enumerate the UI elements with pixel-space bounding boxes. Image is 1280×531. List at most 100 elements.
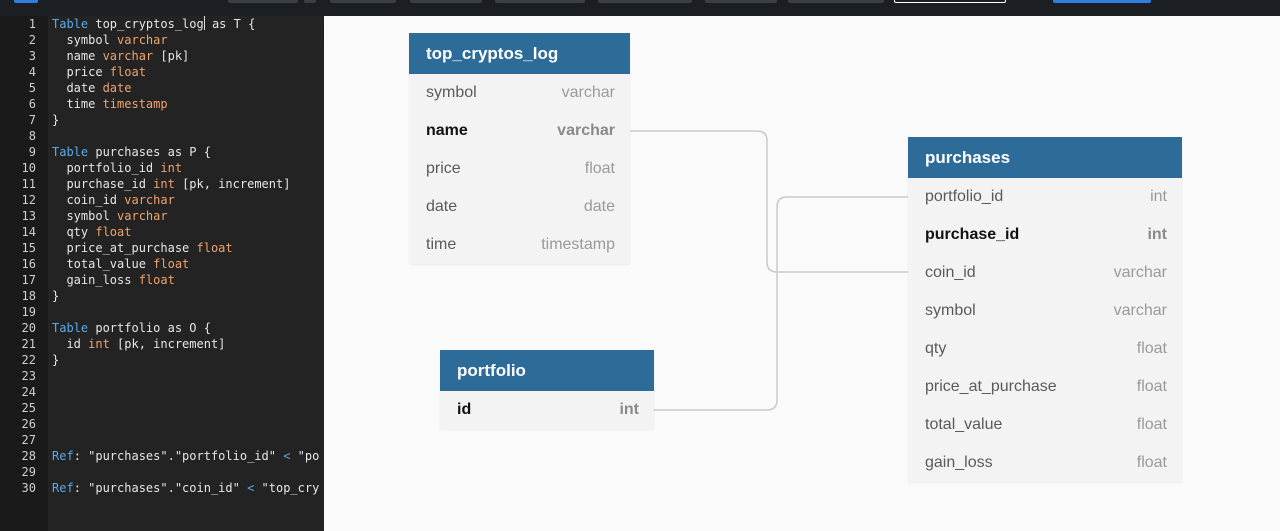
column-row-id[interactable]: id int: [440, 391, 654, 429]
column-row-symbol[interactable]: symbol varchar: [409, 74, 630, 112]
toolbar-button[interactable]: [598, 0, 692, 3]
table-header[interactable]: top_cryptos_log: [409, 33, 630, 74]
type-token: varchar: [102, 49, 154, 63]
column-row-price-at-purchase[interactable]: price_at_purchase float: [908, 368, 1182, 406]
code-line[interactable]: symbol varchar: [52, 208, 168, 224]
line-number: 29: [21, 465, 36, 479]
code-token: total_value: [52, 257, 154, 271]
code-line[interactable]: coin_id varchar: [52, 192, 175, 208]
type-token: float: [153, 257, 190, 271]
column-name: gain_loss: [925, 454, 993, 471]
code-line[interactable]: id int [pk, increment]: [52, 336, 225, 352]
type-token: varchar: [117, 209, 168, 223]
app-menu-button[interactable]: [14, 0, 38, 3]
line-number: 7: [28, 113, 36, 127]
table-purchases[interactable]: purchases portfolio_id int purchase_id int c…: [908, 137, 1182, 482]
toolbar-button[interactable]: [330, 0, 396, 3]
table-top-cryptos-log[interactable]: top_cryptos_log symbol varchar name varchar…: [409, 33, 630, 264]
code-line[interactable]: qty float: [52, 224, 131, 240]
type-token: float: [109, 65, 146, 79]
line-number: 21: [21, 337, 36, 351]
toolbar-button[interactable]: [788, 0, 884, 3]
keyword-token: Table: [52, 321, 89, 335]
toolbar-button[interactable]: [705, 0, 777, 3]
code-token: : "purchases"."coin_id": [73, 481, 248, 495]
column-type: float: [1136, 378, 1167, 395]
code-line[interactable]: price float: [52, 64, 146, 80]
line-number: 27: [21, 433, 36, 447]
code-line[interactable]: portfolio_id int: [52, 160, 182, 176]
toolbar-outline-button[interactable]: [894, 0, 1006, 3]
toolbar-button[interactable]: [228, 0, 298, 3]
line-number: 6: [28, 97, 36, 111]
table-columns: portfolio_id int purchase_id int coin_id varc…: [908, 178, 1182, 482]
column-type: float: [1136, 340, 1167, 357]
column-name: qty: [925, 340, 947, 357]
dbml-code-editor[interactable]: 1 2 3 4 5 6 7 8 9 10 11 12 13 14 15 16 17 18 19 20 21 22 23 24 2…: [0, 16, 324, 531]
column-type: int: [1150, 188, 1167, 205]
code-line[interactable]: total_value float: [52, 256, 189, 272]
column-type: int: [619, 401, 639, 418]
column-row-purchase-id[interactable]: purchase_id int: [908, 216, 1182, 254]
link-name-to-coin-id[interactable]: [630, 130, 908, 273]
column-row-qty[interactable]: qty float: [908, 330, 1182, 368]
code-line[interactable]: Table portfolio as O {: [52, 320, 211, 336]
code-line[interactable]: date date: [52, 80, 131, 96]
column-type: varchar: [561, 84, 615, 101]
column-name: purchase_id: [925, 226, 1020, 243]
diagram-canvas[interactable]: top_cryptos_log symbol varchar name varchar…: [324, 16, 1280, 531]
column-row-name[interactable]: name varchar: [409, 112, 630, 150]
column-row-coin-id[interactable]: coin_id varchar: [908, 254, 1182, 292]
toolbar-primary-button[interactable]: [1053, 0, 1151, 3]
code-line[interactable]: purchase_id int [pk, increment]: [52, 176, 290, 192]
code-line[interactable]: Table purchases as P {: [52, 144, 211, 160]
code-line[interactable]: symbol varchar: [52, 32, 167, 48]
line-number: 16: [21, 257, 36, 271]
code-line[interactable]: Ref: "purchases"."coin_id" < "top_cry: [52, 480, 319, 496]
column-name: coin_id: [925, 264, 976, 281]
code-line[interactable]: gain_loss float: [52, 272, 174, 288]
link-id-to-portfolio-id[interactable]: [654, 196, 908, 411]
column-name: total_value: [925, 416, 1003, 433]
line-number: 22: [21, 353, 36, 367]
table-header[interactable]: portfolio: [440, 350, 654, 391]
toolbar-button[interactable]: [304, 0, 316, 3]
column-type: int: [1147, 226, 1167, 243]
line-number: 10: [21, 161, 36, 175]
column-row-date[interactable]: date date: [409, 188, 630, 226]
code-line[interactable]: price_at_purchase float: [52, 240, 232, 256]
line-number: 13: [21, 209, 36, 223]
table-portfolio[interactable]: portfolio id int: [440, 350, 654, 429]
code-token: gain_loss: [52, 273, 139, 287]
code-token: date: [52, 81, 103, 95]
code-token: qty: [52, 225, 96, 239]
column-row-time[interactable]: time timestamp: [409, 226, 630, 264]
type-token: varchar: [124, 193, 175, 207]
code-line[interactable]: }: [52, 352, 59, 368]
column-row-portfolio-id[interactable]: portfolio_id int: [908, 178, 1182, 216]
column-type: date: [583, 198, 615, 215]
code-token: purchases as P {: [88, 145, 211, 159]
column-row-gain-loss[interactable]: gain_loss float: [908, 444, 1182, 482]
code-line[interactable]: Ref: "purchases"."portfolio_id" < "po: [52, 448, 319, 464]
code-line[interactable]: Table top_cryptos_log as T {: [52, 16, 255, 32]
column-name: symbol: [426, 84, 477, 101]
code-token: symbol: [52, 33, 118, 47]
column-row-price[interactable]: price float: [409, 150, 630, 188]
column-row-symbol[interactable]: symbol varchar: [908, 292, 1182, 330]
code-line[interactable]: }: [52, 112, 59, 128]
column-name: time: [426, 236, 457, 253]
keyword-token: Ref: [52, 449, 74, 463]
column-row-total-value[interactable]: total_value float: [908, 406, 1182, 444]
code-line[interactable]: }: [52, 288, 59, 304]
code-line[interactable]: time timestamp: [52, 96, 167, 112]
code-token: "top_cry: [254, 481, 320, 495]
line-number: 8: [28, 129, 36, 143]
table-header[interactable]: purchases: [908, 137, 1182, 178]
column-type: float: [1136, 454, 1167, 471]
line-number: 17: [21, 273, 36, 287]
code-line[interactable]: name varchar [pk]: [52, 48, 189, 64]
toolbar-button[interactable]: [495, 0, 585, 3]
toolbar-button[interactable]: [410, 0, 482, 3]
code-token: "po: [290, 449, 320, 463]
